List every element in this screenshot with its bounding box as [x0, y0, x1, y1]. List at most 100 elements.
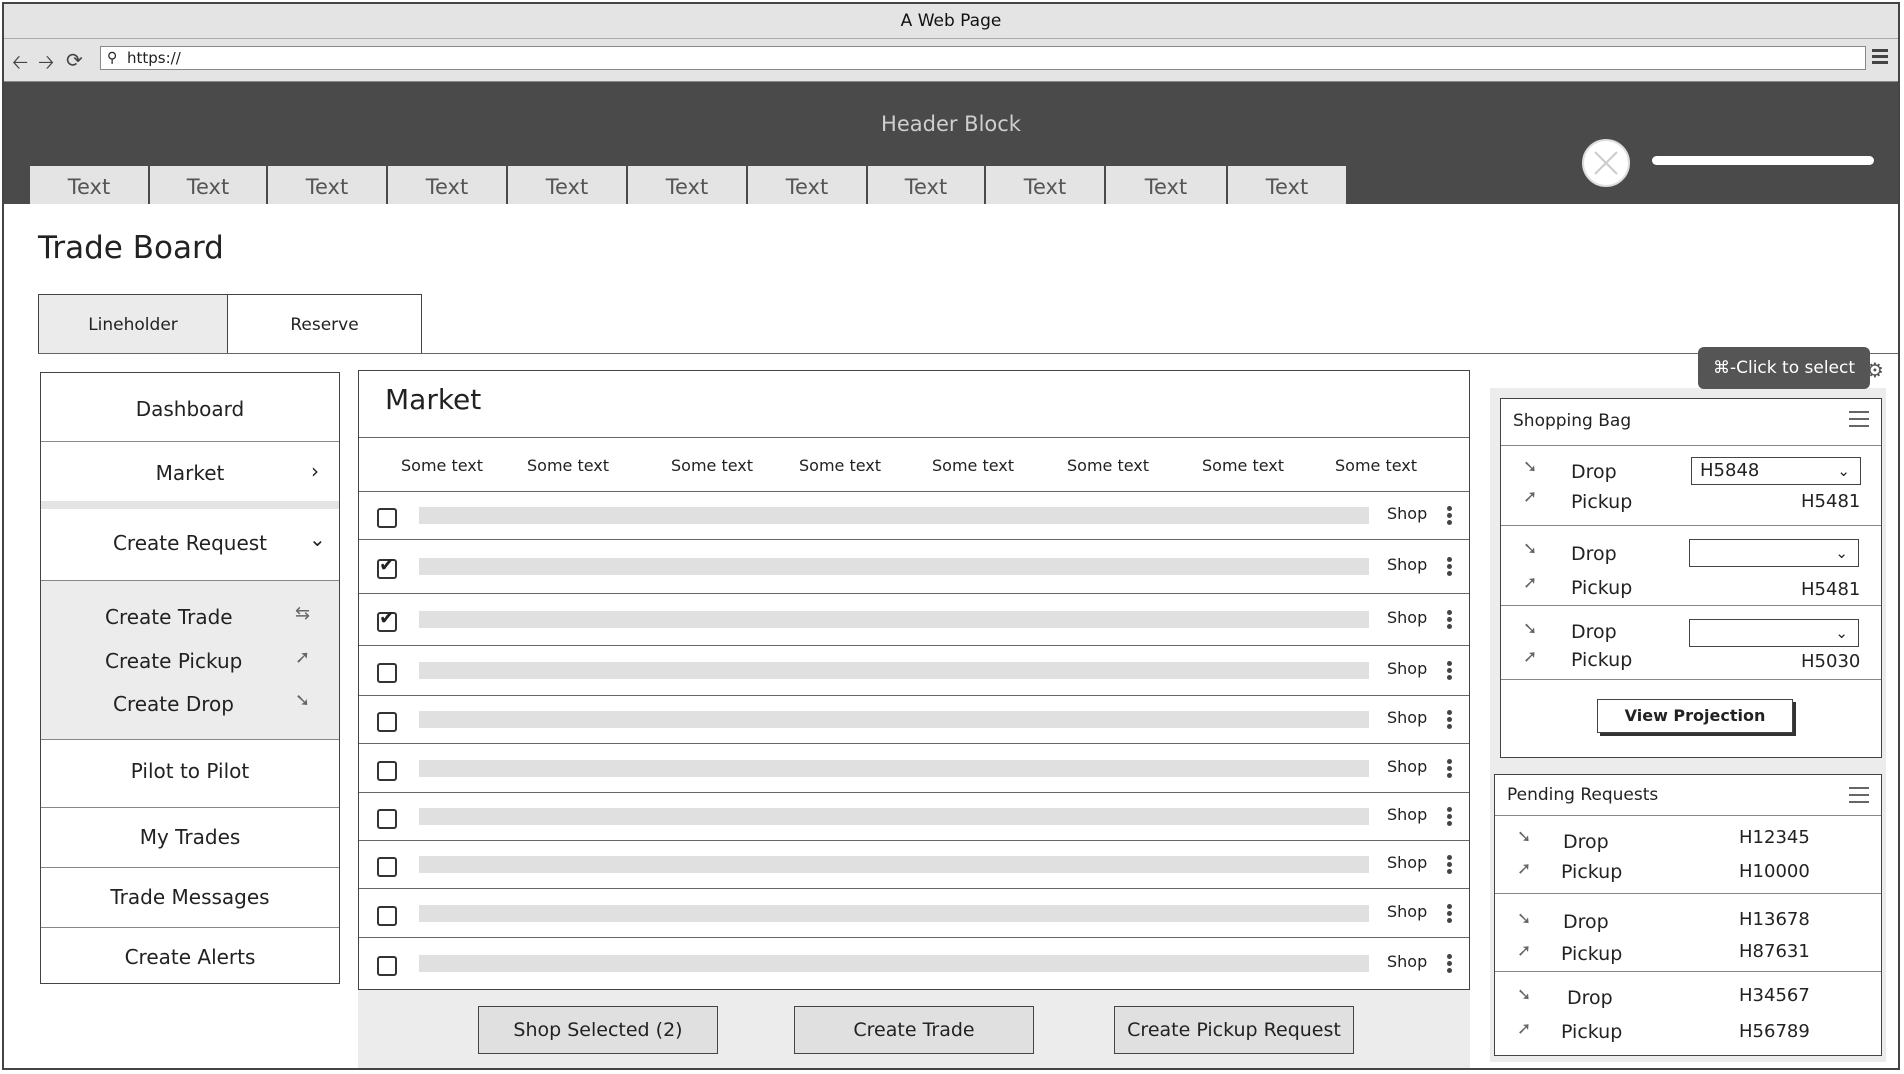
shop-link[interactable]: Shop	[1387, 504, 1427, 523]
panel-title: Shopping Bag	[1513, 411, 1632, 431]
submenu-item-create-trade[interactable]: Create Trade	[105, 605, 233, 629]
header-tab[interactable]: Text	[1106, 166, 1228, 204]
view-projection-button[interactable]: View Projection	[1597, 699, 1793, 733]
table-row[interactable]: Shop	[359, 937, 1469, 990]
panel-menu-icon[interactable]	[1849, 787, 1869, 808]
more-options-icon[interactable]	[1447, 710, 1452, 731]
divider	[38, 353, 1898, 354]
market-panel: Market Some text Some text Some text Som…	[358, 370, 1470, 990]
url-input[interactable]: ⚲ https://	[100, 46, 1866, 70]
shop-link[interactable]: Shop	[1387, 708, 1427, 727]
row-checkbox[interactable]	[377, 857, 397, 877]
drop-label: Drop	[1571, 461, 1617, 483]
row-checkbox[interactable]	[377, 956, 397, 976]
shop-link[interactable]: Shop	[1387, 853, 1427, 872]
drop-select[interactable]: H5848 ⌄	[1691, 457, 1861, 485]
browser-menu-icon[interactable]	[1872, 49, 1888, 67]
more-options-icon[interactable]	[1447, 855, 1452, 876]
header-tab[interactable]: Text	[150, 166, 268, 204]
divider	[1501, 525, 1881, 526]
table-row[interactable]: Shop	[359, 695, 1469, 744]
table-row[interactable]: Shop	[359, 743, 1469, 793]
create-trade-button[interactable]: Create Trade	[794, 1006, 1034, 1054]
more-options-icon[interactable]	[1447, 610, 1452, 631]
drop-select[interactable]: ⌄	[1689, 619, 1859, 647]
subtabs: Lineholder Reserve	[38, 294, 422, 354]
tab-lineholder[interactable]: Lineholder	[38, 294, 228, 354]
sidebar-item-pilot-to-pilot[interactable]: Pilot to Pilot	[41, 759, 339, 783]
header-tab[interactable]: Text	[30, 166, 150, 204]
shop-link[interactable]: Shop	[1387, 902, 1427, 921]
arrow-down-right-icon: ➘	[1517, 909, 1532, 929]
table-row[interactable]: Shop	[359, 888, 1469, 938]
sidebar-item-dashboard[interactable]: Dashboard	[41, 397, 339, 421]
table-row[interactable]: Shop	[359, 792, 1469, 841]
header-tab[interactable]: Text	[388, 166, 508, 204]
reload-icon[interactable]: ⟳	[66, 48, 83, 72]
sidebar-item-create-request[interactable]: Create Request ⌄	[41, 527, 339, 555]
sidebar-item-market[interactable]: Market ›	[41, 459, 339, 485]
arrow-up-right-icon: ➚	[1517, 1019, 1532, 1039]
header-tab[interactable]: Text	[986, 166, 1106, 204]
divider	[1495, 815, 1881, 816]
more-options-icon[interactable]	[1447, 506, 1452, 527]
header-tab[interactable]: Text	[628, 166, 748, 204]
header-tab[interactable]: Text	[748, 166, 868, 204]
row-checkbox[interactable]	[377, 761, 397, 781]
row-checkbox[interactable]	[377, 712, 397, 732]
avatar[interactable]	[1582, 139, 1630, 187]
row-checkbox[interactable]	[377, 663, 397, 683]
select-value: H5848	[1700, 460, 1760, 481]
table-row[interactable]: Shop	[359, 645, 1469, 696]
more-options-icon[interactable]	[1447, 557, 1452, 578]
more-options-icon[interactable]	[1447, 904, 1452, 925]
create-pickup-request-button[interactable]: Create Pickup Request	[1114, 1006, 1354, 1054]
more-options-icon[interactable]	[1447, 954, 1452, 975]
sidebar-item-my-trades[interactable]: My Trades	[41, 825, 339, 849]
row-checkbox[interactable]	[377, 554, 397, 579]
sidebar-item-trade-messages[interactable]: Trade Messages	[41, 885, 339, 909]
arrow-down-right-icon: ➘	[295, 690, 311, 711]
header-tab[interactable]: Text	[508, 166, 628, 204]
chevron-down-icon: ⌄	[309, 527, 326, 551]
back-icon[interactable]: 🡠	[12, 48, 28, 82]
shop-selected-button[interactable]: Shop Selected (2)	[478, 1006, 718, 1054]
chevron-down-icon: ⌄	[1835, 624, 1848, 642]
table-row[interactable]: Shop	[359, 840, 1469, 889]
shop-link[interactable]: Shop	[1387, 952, 1427, 971]
tab-reserve[interactable]: Reserve	[228, 294, 422, 354]
drop-label: Drop	[1571, 621, 1617, 643]
sidebar-item-create-alerts[interactable]: Create Alerts	[41, 945, 339, 969]
more-options-icon[interactable]	[1447, 759, 1452, 780]
gear-icon[interactable]: ⚙	[1866, 358, 1884, 382]
divider	[41, 867, 339, 868]
row-checkbox[interactable]	[377, 607, 397, 632]
pickup-value: H10000	[1739, 861, 1810, 882]
more-options-icon[interactable]	[1447, 807, 1452, 828]
table-row[interactable]: Shop	[359, 593, 1469, 646]
submenu-item-create-drop[interactable]: Create Drop	[113, 692, 234, 716]
submenu-item-create-pickup[interactable]: Create Pickup	[105, 649, 242, 673]
row-content-placeholder	[419, 760, 1369, 777]
shop-link[interactable]: Shop	[1387, 608, 1427, 627]
row-checkbox[interactable]	[377, 508, 397, 528]
drop-select[interactable]: ⌄	[1689, 539, 1859, 567]
header-tab[interactable]: Text	[1228, 166, 1346, 204]
drop-value: H13678	[1739, 909, 1810, 930]
row-content-placeholder	[419, 808, 1369, 825]
table-row[interactable]: Shop	[359, 491, 1469, 540]
divider	[1501, 445, 1881, 446]
forward-icon[interactable]: 🡢	[38, 48, 54, 82]
row-checkbox[interactable]	[377, 809, 397, 829]
shop-link[interactable]: Shop	[1387, 757, 1427, 776]
shop-link[interactable]: Shop	[1387, 659, 1427, 678]
shop-link[interactable]: Shop	[1387, 805, 1427, 824]
row-checkbox[interactable]	[377, 906, 397, 926]
shop-link[interactable]: Shop	[1387, 555, 1427, 574]
more-options-icon[interactable]	[1447, 661, 1452, 682]
table-row[interactable]: Shop	[359, 539, 1469, 594]
header-tab[interactable]: Text	[268, 166, 388, 204]
pickup-value: H56789	[1739, 1021, 1810, 1042]
panel-menu-icon[interactable]	[1849, 411, 1869, 432]
header-tab[interactable]: Text	[868, 166, 986, 204]
